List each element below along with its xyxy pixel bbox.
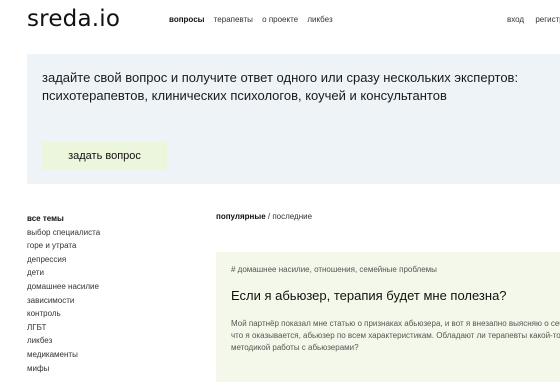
sidebar-item-grief[interactable]: горе и утрата	[27, 239, 177, 253]
sidebar-item-choosing-specialist[interactable]: выбор специалиста	[27, 226, 177, 240]
question-tags[interactable]: # домашнее насилие, отношения, семейные …	[231, 265, 437, 274]
sidebar-item-lgbt[interactable]: ЛГБТ	[27, 321, 177, 335]
sort-toggle: популярные / последние	[216, 212, 312, 221]
question-card[interactable]: # домашнее насилие, отношения, семейные …	[216, 252, 560, 382]
question-title[interactable]: Если я абьюзер, терапия будет мне полезн…	[231, 288, 507, 303]
sort-latest[interactable]: последние	[272, 212, 312, 221]
auth-links: вход регистрация	[507, 15, 560, 24]
topics-sidebar: все темы выбор специалиста горе и утрата…	[27, 212, 177, 375]
nav-questions[interactable]: вопросы	[169, 15, 204, 24]
sidebar-item-domestic-violence[interactable]: домашнее насилие	[27, 280, 177, 294]
login-link[interactable]: вход	[507, 15, 524, 24]
sidebar-item-control[interactable]: контроль	[27, 307, 177, 321]
sidebar-item-depression[interactable]: депрессия	[27, 253, 177, 267]
sidebar-item-children[interactable]: дети	[27, 266, 177, 280]
ask-question-banner: задайте свой вопрос и получите ответ одн…	[27, 54, 560, 184]
sidebar-item-likbez[interactable]: ликбез	[27, 334, 177, 348]
sidebar-item-all-topics[interactable]: все темы	[27, 212, 177, 226]
top-nav: вопросы терапевты о проекте ликбез	[169, 15, 340, 24]
logo[interactable]: sreda.io	[27, 6, 120, 32]
sort-popular[interactable]: популярные	[216, 212, 266, 221]
nav-therapists[interactable]: терапевты	[214, 15, 253, 24]
sidebar-item-myths[interactable]: мифы	[27, 362, 177, 376]
nav-likbez[interactable]: ликбез	[307, 15, 332, 24]
banner-text: задайте свой вопрос и получите ответ одн…	[42, 70, 519, 103]
sidebar-item-addictions[interactable]: зависимости	[27, 294, 177, 308]
sidebar-item-medications[interactable]: медикаменты	[27, 348, 177, 362]
nav-about[interactable]: о проекте	[262, 15, 298, 24]
question-excerpt: Мой партнёр показал мне статью о признак…	[231, 319, 560, 352]
register-link[interactable]: регистрация	[535, 15, 560, 24]
ask-question-button[interactable]: задать вопрос	[42, 142, 167, 170]
